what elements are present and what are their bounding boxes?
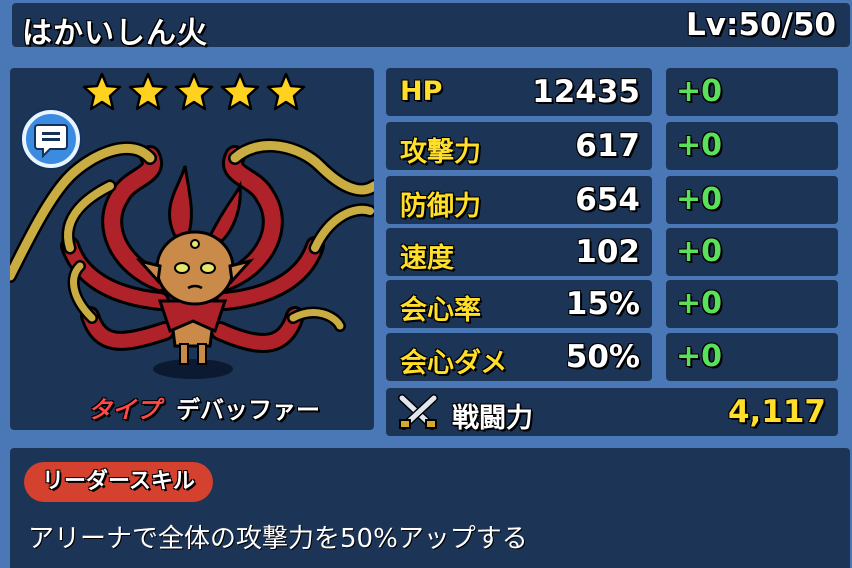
stat-label: 速度 xyxy=(400,243,454,274)
speech-bubble-icon xyxy=(34,124,68,158)
combat-power-row: 戦闘力 4,117 xyxy=(386,388,838,436)
stat-box: 会心ダメ 50% xyxy=(386,333,652,381)
bonus-box: +0 xyxy=(666,122,838,170)
bonus-box: +0 xyxy=(666,68,838,116)
level-display: Lv:50/50 xyxy=(686,7,836,43)
bonus-value: +0 xyxy=(676,339,723,374)
stat-value: 654 xyxy=(575,182,640,218)
bonus-value: +0 xyxy=(676,182,723,217)
leader-skill-panel: リーダースキル アリーナで全体の攻撃力を50%アップする xyxy=(10,448,850,568)
stat-label: 会心率 xyxy=(400,295,481,326)
stat-label: HP xyxy=(400,76,443,107)
character-panel: タイプ デバッファー xyxy=(10,68,374,430)
bonus-value: +0 xyxy=(676,74,723,109)
character-name: はかいしん火 xyxy=(22,16,208,51)
leader-skill-badge: リーダースキル xyxy=(24,462,213,502)
stat-value: 15% xyxy=(565,286,640,322)
stat-box: 会心率 15% xyxy=(386,280,652,328)
type-value: デバッファー xyxy=(176,396,320,424)
stat-box: 防御力 654 xyxy=(386,176,652,224)
stat-label: 会心ダメ xyxy=(400,348,508,379)
bonus-value: +0 xyxy=(676,286,723,321)
stat-label: 攻撃力 xyxy=(400,137,481,168)
leader-skill-description: アリーナで全体の攻撃力を50%アップする xyxy=(28,524,528,554)
combat-power-value: 4,117 xyxy=(727,394,826,430)
stat-box: 速度 102 xyxy=(386,228,652,276)
bonus-box: +0 xyxy=(666,176,838,224)
star-rating xyxy=(82,72,306,112)
stat-value: 12435 xyxy=(532,74,640,110)
stat-box: HP 12435 xyxy=(386,68,652,116)
stat-value: 617 xyxy=(575,128,640,164)
header-bar: はかいしん火 Lv:50/50 xyxy=(12,3,850,51)
star-icon xyxy=(220,72,260,111)
combat-power-label: 戦闘力 xyxy=(452,403,533,434)
bonus-value: +0 xyxy=(676,234,723,269)
profile-speech-button[interactable] xyxy=(22,110,80,168)
bonus-box: +0 xyxy=(666,333,838,381)
crossed-swords-icon xyxy=(398,394,438,430)
star-icon xyxy=(174,72,214,111)
star-icon xyxy=(82,72,122,111)
stat-value: 102 xyxy=(575,234,640,270)
stat-value: 50% xyxy=(565,339,640,375)
bonus-box: +0 xyxy=(666,280,838,328)
stat-label: 防御力 xyxy=(400,191,481,222)
star-icon xyxy=(266,72,306,111)
star-icon xyxy=(128,72,168,111)
type-row: タイプ デバッファー xyxy=(88,390,320,425)
bonus-box: +0 xyxy=(666,228,838,276)
type-label: タイプ xyxy=(88,396,160,424)
stat-box: 攻撃力 617 xyxy=(386,122,652,170)
bonus-value: +0 xyxy=(676,128,723,163)
